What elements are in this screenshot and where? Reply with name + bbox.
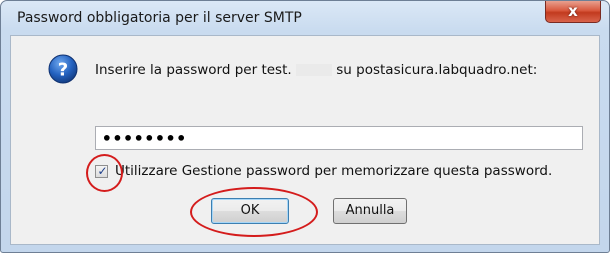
password-prompt: Inserire la password per test. su postas… — [95, 62, 537, 78]
prompt-text-start: Inserire la password per test. — [95, 62, 292, 78]
window-title: Password obbligatoria per il server SMTP — [17, 10, 302, 26]
svg-text:?: ? — [58, 60, 68, 81]
close-button[interactable]: x — [545, 1, 601, 23]
checkmark-icon: ✓ — [97, 164, 108, 178]
cancel-button[interactable]: Annulla — [333, 198, 407, 224]
ok-button[interactable]: OK — [211, 198, 289, 224]
dialog-window: Password obbligatoria per il server SMTP… — [0, 0, 610, 253]
redacted-username — [295, 64, 332, 76]
question-icon: ? — [48, 54, 78, 84]
password-field[interactable] — [95, 126, 583, 150]
prompt-text-end: su postasicura.labquadro.net: — [336, 62, 538, 78]
close-icon: x — [568, 2, 578, 20]
dialog-body: ? Inserire la password per test. su post… — [10, 35, 600, 245]
remember-password-label[interactable]: Utilizzare Gestione password per memoriz… — [115, 163, 552, 179]
remember-password-checkbox[interactable]: ✓ — [95, 164, 108, 178]
title-bar[interactable]: Password obbligatoria per il server SMTP… — [1, 1, 609, 35]
